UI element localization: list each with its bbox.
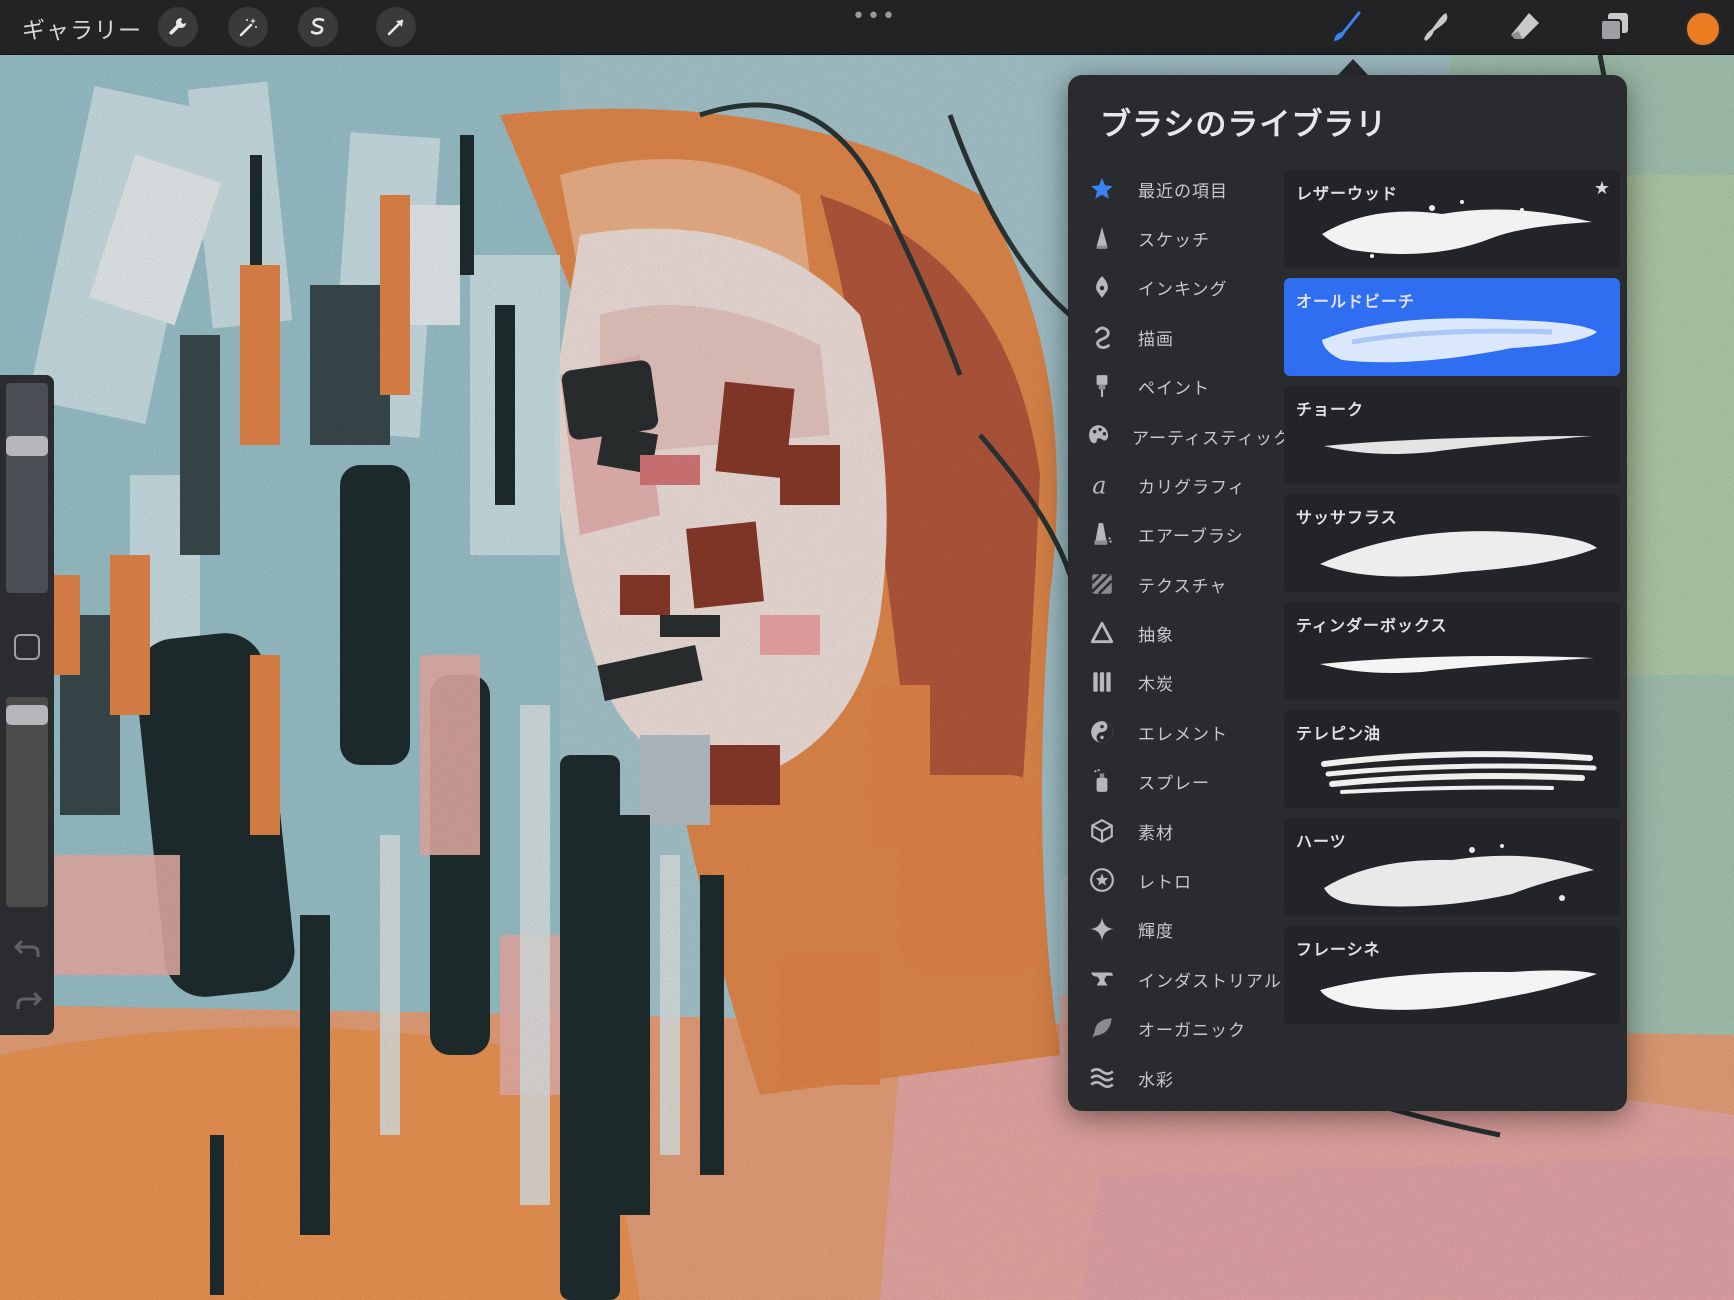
brush-size-thumb[interactable] (6, 436, 48, 457)
brush-stroke-preview (1320, 531, 1597, 577)
undo-icon (13, 939, 40, 957)
spray-can-icon (1086, 765, 1118, 797)
transform-arrow-icon (387, 19, 404, 36)
texture-icon (1086, 568, 1118, 600)
opacity-thumb[interactable] (6, 704, 48, 725)
brush-item-hearts[interactable]: ハーツ (1284, 818, 1620, 916)
category-organic[interactable]: オーガニック (1082, 1007, 1282, 1049)
wrench-icon (169, 17, 187, 35)
redo-icon (16, 991, 43, 1009)
brush-item-tinderbox[interactable]: ティンダーボックス (1284, 602, 1620, 700)
left-sidebar (0, 375, 54, 1035)
category-retro[interactable]: レトロ (1082, 859, 1282, 901)
sparkle-icon (1086, 913, 1118, 945)
magic-wand-icon (239, 18, 257, 37)
brush-stroke-preview (1324, 844, 1594, 907)
layers-button[interactable] (1593, 6, 1635, 48)
brush-stroke-preview (1322, 318, 1597, 363)
cube-icon (1086, 815, 1118, 847)
brush-item-sassafras[interactable]: サッサフラス (1284, 494, 1620, 592)
brush-item-turpentine[interactable]: テレピン油 (1284, 710, 1620, 808)
palette-icon (1086, 420, 1112, 452)
squiggle-icon (1086, 321, 1118, 353)
brush-stroke-preview (1320, 656, 1594, 673)
brush-library-title: ブラシのライブラリ (1100, 107, 1388, 143)
category-inking[interactable]: インキング (1082, 266, 1282, 308)
adjustments-button[interactable] (228, 7, 268, 47)
category-paint[interactable]: ペイント (1082, 365, 1282, 407)
eraser-icon (1511, 13, 1539, 39)
more-options[interactable]: ••• (852, 4, 897, 29)
star-icon (1086, 173, 1118, 205)
brush-item-leatherwood[interactable]: レザーウッド ★ (1284, 170, 1620, 268)
brush-library-panel: ブラシのライブラリ 最近の項目 スケッチ インキング 描画 ペイント アーティス… (1068, 75, 1627, 1111)
svg-text:a: a (1092, 472, 1106, 498)
redo-button[interactable] (12, 987, 44, 1013)
category-watercolor[interactable]: 水彩 (1082, 1057, 1282, 1099)
opacity-slider[interactable] (6, 697, 48, 907)
category-calligraphy[interactable]: a カリグラフィ (1082, 464, 1282, 506)
category-spray[interactable]: スプレー (1082, 760, 1282, 802)
transform-button[interactable] (376, 7, 416, 47)
category-industrial[interactable]: インダストリアル (1082, 958, 1282, 1000)
modify-button[interactable] (14, 634, 40, 660)
category-elements[interactable]: エレメント (1082, 711, 1282, 753)
pencil-tip-icon (1086, 222, 1118, 254)
brush-item-chalk[interactable]: チョーク (1284, 386, 1620, 484)
eraser-tool-button[interactable] (1504, 6, 1546, 48)
popover-caret (1338, 59, 1368, 75)
paint-brush-icon (1086, 370, 1118, 402)
category-texture[interactable]: テクスチャ (1082, 563, 1282, 605)
retro-star-icon (1086, 864, 1118, 896)
category-abstract[interactable]: 抽象 (1082, 612, 1282, 654)
triangle-icon (1086, 617, 1118, 649)
gallery-button[interactable]: ギャラリー (22, 11, 142, 45)
brush-item-freycinet[interactable]: フレーシネ (1284, 926, 1620, 1024)
brush-stroke-preview (1321, 751, 1597, 794)
brush-icon (1334, 11, 1361, 41)
brush-tool-button[interactable] (1326, 6, 1368, 48)
top-toolbar: ギャラリー ••• (0, 0, 1734, 55)
charcoal-icon (1086, 666, 1118, 698)
brush-stroke-preview (1322, 200, 1592, 258)
anvil-icon (1086, 963, 1118, 995)
brush-stroke-preview (1320, 970, 1597, 1010)
brush-item-old-beach[interactable]: オールドビーチ (1284, 278, 1620, 376)
yin-yang-icon (1086, 716, 1118, 748)
leaf-icon (1086, 1012, 1118, 1044)
actions-button[interactable] (158, 7, 198, 47)
pen-nib-icon (1086, 271, 1118, 303)
category-sketch[interactable]: スケッチ (1082, 217, 1282, 259)
waves-icon (1086, 1062, 1118, 1094)
category-recent[interactable]: 最近の項目 (1082, 168, 1282, 210)
undo-button[interactable] (12, 935, 44, 961)
smudge-tool-button[interactable] (1415, 6, 1457, 48)
category-artistic[interactable]: アーティスティック (1082, 415, 1290, 457)
airbrush-icon (1086, 518, 1118, 550)
category-charcoal[interactable]: 木炭 (1082, 661, 1282, 703)
category-airbrush[interactable]: エアーブラシ (1082, 513, 1282, 555)
selection-s-icon (310, 17, 325, 35)
layers-icon (1600, 13, 1628, 41)
brush-stroke-preview (1324, 436, 1592, 454)
category-materials[interactable]: 素材 (1082, 810, 1282, 852)
selection-button[interactable] (298, 7, 338, 47)
color-picker-button[interactable] (1685, 11, 1721, 47)
category-luminance[interactable]: 輝度 (1082, 908, 1282, 950)
brush-size-slider[interactable] (6, 383, 48, 593)
smudge-icon (1424, 13, 1448, 41)
calligraphy-a-icon: a (1086, 469, 1118, 501)
category-drawing[interactable]: 描画 (1082, 316, 1282, 358)
